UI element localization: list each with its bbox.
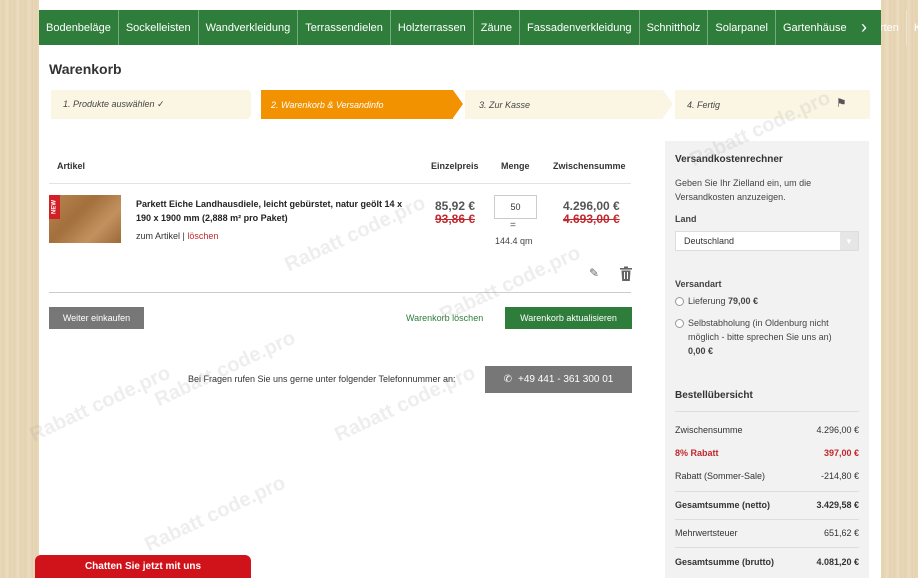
country-label: Land bbox=[675, 214, 697, 224]
sidebar: Versandkostenrechner Geben Sie Ihr Ziell… bbox=[665, 141, 869, 578]
nav-next-arrow-icon[interactable]: › bbox=[847, 10, 881, 45]
delivery-option: Lieferung 79,00 € bbox=[688, 294, 758, 308]
header-article: Artikel bbox=[57, 161, 86, 171]
summary-discount: 8% Rabatt 397,00 € bbox=[675, 448, 859, 458]
chevron-down-icon: ▼ bbox=[840, 232, 858, 250]
edit-pencil-icon[interactable]: ✎ bbox=[589, 266, 599, 280]
pickup-option-label: Selbstabholung (in Oldenburg nicht mögli… bbox=[688, 318, 832, 342]
summary-net-total-value: 3.429,58 € bbox=[816, 500, 859, 510]
step-1[interactable]: 1. Produkte auswählen ✓ bbox=[51, 90, 249, 119]
summary-discount-label: 8% Rabatt bbox=[675, 448, 719, 458]
summary-vat-label: Mehrwertsteuer bbox=[675, 528, 738, 538]
phone-button[interactable]: ✆ +49 441 - 361 300 01 bbox=[485, 366, 632, 393]
unit-price-old: 93,86 € bbox=[435, 212, 476, 226]
nav-item-schnittholz[interactable]: Schnittholz bbox=[640, 10, 709, 45]
summary-subtotal-label: Zwischensumme bbox=[675, 425, 743, 435]
step-2-label: 2. Warenkorb & Versandinfo bbox=[271, 99, 384, 110]
nav-item-wandverkleidung[interactable]: Wandverkleidung bbox=[199, 10, 299, 45]
step-2-notch bbox=[251, 90, 261, 118]
finish-flag-icon: ⚑ bbox=[837, 96, 846, 110]
continue-shopping-button[interactable]: Weiter einkaufen bbox=[49, 307, 144, 329]
cart-bottom-divider bbox=[49, 292, 631, 293]
main-nav: Bodenbeläge Sockelleisten Wandverkleidun… bbox=[39, 10, 918, 45]
summary-gross-total-value: 4.081,20 € bbox=[816, 557, 859, 567]
watermark: Rabatt code.pro bbox=[141, 471, 289, 557]
step-2-arrow bbox=[453, 90, 463, 118]
nav-item-gartenhaeuser[interactable]: Gartenhäuser bbox=[776, 10, 859, 45]
chat-button[interactable]: Chatten Sie jetzt mit uns bbox=[35, 555, 251, 578]
page-title: Warenkorb bbox=[49, 61, 122, 77]
summary-divider-2 bbox=[675, 491, 859, 492]
nav-item-holzterrassen[interactable]: Holzterrassen bbox=[391, 10, 474, 45]
unit-price-current: 85,92 € bbox=[435, 199, 476, 213]
nav-item-terrassendielen[interactable]: Terrassendielen bbox=[298, 10, 391, 45]
radio-delivery[interactable] bbox=[675, 297, 684, 306]
summary-discount-value: 397,00 € bbox=[823, 448, 859, 458]
nav-item-bodenbelaege[interactable]: Bodenbeläge bbox=[39, 10, 119, 45]
summary-sale-discount: Rabatt (Sommer-Sale) -214,80 € bbox=[675, 471, 859, 481]
update-cart-button[interactable]: Warenkorb aktualisieren bbox=[505, 307, 632, 329]
summary-vat: Mehrwertsteuer 651,62 € bbox=[675, 528, 859, 538]
table-divider bbox=[49, 183, 631, 184]
header-quantity: Menge bbox=[501, 161, 530, 171]
step-1-label: 1. Produkte auswählen ✓ bbox=[63, 99, 165, 109]
step-3[interactable]: 3. Zur Kasse bbox=[465, 90, 663, 119]
checkout-steps: 1. Produkte auswählen ✓ 2. Warenkorb & V… bbox=[51, 90, 870, 119]
step-3-label: 3. Zur Kasse bbox=[479, 99, 531, 110]
quantity-equals: = bbox=[510, 220, 516, 231]
nav-item-sockelleisten[interactable]: Sockelleisten bbox=[119, 10, 199, 45]
summary-net-total-label: Gesamtsumme (netto) bbox=[675, 500, 771, 510]
subtotal-current: 4.296,00 € bbox=[563, 199, 620, 213]
watermark: Rabatt code.pro bbox=[26, 361, 174, 447]
phone-number: +49 441 - 361 300 01 bbox=[518, 374, 614, 385]
order-summary-title: Bestellübersicht bbox=[675, 390, 753, 401]
product-thumbnail[interactable]: NEW bbox=[49, 195, 121, 243]
nav-item-solarpanel[interactable]: Solarpanel bbox=[708, 10, 776, 45]
new-badge: NEW bbox=[49, 195, 60, 219]
summary-divider-3 bbox=[675, 519, 859, 520]
step-4-label: 4. Fertig bbox=[687, 99, 721, 110]
summary-gross-total-label: Gesamtsumme (brutto) bbox=[675, 557, 775, 567]
summary-gross-total: Gesamtsumme (brutto) 4.081,20 € bbox=[675, 557, 859, 567]
summary-net-total: Gesamtsumme (netto) 3.429,58 € bbox=[675, 500, 859, 510]
country-value: Deutschland bbox=[684, 236, 735, 246]
page: Bodenbeläge Sockelleisten Wandverkleidun… bbox=[26, 0, 918, 578]
summary-vat-value: 651,62 € bbox=[823, 528, 859, 538]
summary-divider-4 bbox=[675, 547, 859, 548]
step-2-active[interactable]: 2. Warenkorb & Versandinfo bbox=[261, 90, 453, 119]
product-links: zum Artikel | löschen bbox=[136, 231, 218, 241]
header-unit-price: Einzelpreis bbox=[431, 161, 479, 171]
nav-item-fassadenverkleidung[interactable]: Fassadenverkleidung bbox=[520, 10, 640, 45]
pickup-option: Selbstabholung (in Oldenburg nicht mögli… bbox=[688, 316, 853, 358]
quantity-input[interactable] bbox=[494, 195, 537, 219]
subtotal-old: 4.693,00 € bbox=[563, 212, 620, 226]
delete-item-link[interactable]: löschen bbox=[187, 231, 218, 241]
step-3-arrow bbox=[663, 90, 673, 118]
phone-icon: ✆ bbox=[503, 374, 512, 385]
shipping-calc-title: Versandkostenrechner bbox=[675, 154, 783, 165]
summary-divider bbox=[675, 411, 859, 412]
phone-hint-text: Bei Fragen rufen Sie uns gerne unter fol… bbox=[188, 374, 456, 384]
nav-item-komplett[interactable]: Komple bbox=[907, 10, 918, 45]
shipping-calc-text: Geben Sie Ihr Zielland ein, um die Versa… bbox=[675, 178, 812, 202]
clear-cart-link[interactable]: Warenkorb löschen bbox=[406, 313, 483, 323]
radio-pickup[interactable] bbox=[675, 319, 684, 328]
summary-sale-discount-value: -214,80 € bbox=[820, 471, 859, 481]
product-name[interactable]: Parkett Eiche Landhausdiele, leicht gebü… bbox=[136, 197, 411, 225]
step-4[interactable]: 4. Fertig ⚑ bbox=[675, 90, 870, 119]
watermark: Rabatt code.pro bbox=[151, 326, 299, 412]
summary-subtotal-value: 4.296,00 € bbox=[816, 425, 859, 435]
delivery-option-price: 79,00 € bbox=[728, 296, 759, 306]
quantity-area: 144.4 qm bbox=[495, 236, 533, 246]
shipping-method-label: Versandart bbox=[675, 279, 722, 289]
to-article-link[interactable]: zum Artikel bbox=[136, 231, 180, 241]
country-select[interactable]: Deutschland ▼ bbox=[675, 231, 859, 251]
nav-item-zaeune[interactable]: Zäune bbox=[474, 10, 520, 45]
delivery-option-label: Lieferung bbox=[688, 296, 729, 306]
pickup-option-price: 0,00 € bbox=[688, 346, 714, 356]
trash-icon[interactable] bbox=[619, 266, 633, 282]
summary-sale-discount-label: Rabatt (Sommer-Sale) bbox=[675, 471, 766, 481]
header-subtotal: Zwischensumme bbox=[553, 161, 626, 171]
summary-subtotal: Zwischensumme 4.296,00 € bbox=[675, 425, 859, 435]
